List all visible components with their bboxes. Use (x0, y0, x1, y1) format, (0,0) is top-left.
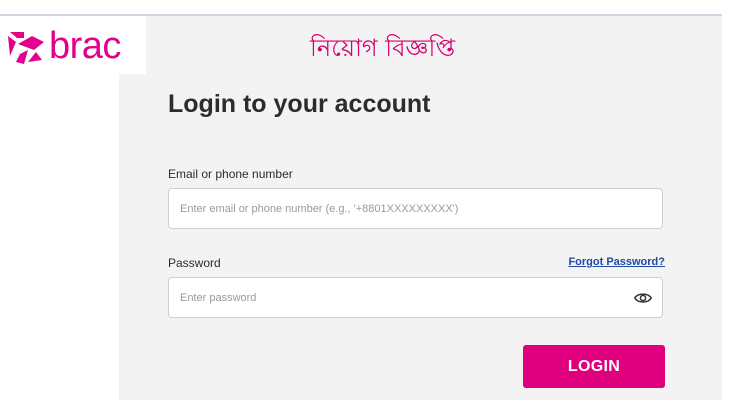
eye-icon[interactable] (634, 290, 652, 306)
password-label: Password (168, 256, 221, 270)
email-label: Email or phone number (168, 167, 293, 181)
password-placeholder: Enter password (180, 292, 257, 304)
brand-logo[interactable]: brac (0, 16, 146, 74)
forgot-password-link[interactable]: Forgot Password? (568, 255, 665, 269)
login-button[interactable]: LOGIN (523, 345, 665, 388)
email-placeholder: Enter email or phone number (e.g., '+880… (180, 203, 459, 215)
recruitment-banner: নিয়োগ বিজ্ঞপ্তি (310, 34, 456, 62)
password-field[interactable]: Enter password (168, 277, 663, 318)
brand-name: brac (49, 25, 121, 67)
page-title: Login to your account (168, 90, 431, 118)
email-field[interactable]: Enter email or phone number (e.g., '+880… (168, 188, 663, 229)
brac-logo-icon (8, 32, 44, 64)
